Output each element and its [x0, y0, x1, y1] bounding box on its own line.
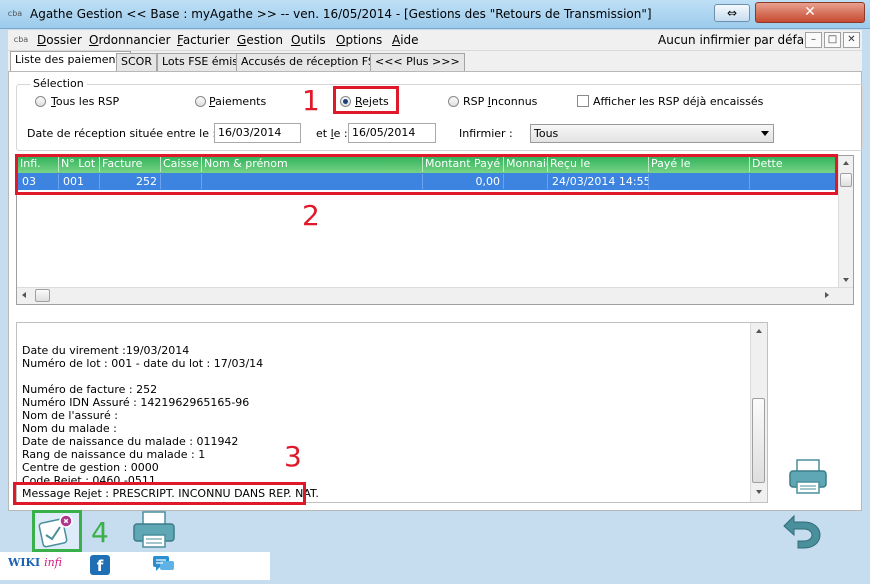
menu-gestion[interactable]: Gestion	[237, 33, 283, 47]
annotation-label-2: 2	[302, 199, 320, 232]
menu-aide[interactable]: Aide	[392, 33, 419, 47]
annotation-label-1: 1	[302, 84, 320, 117]
annotation-label-4: 4	[91, 516, 109, 549]
scroll-right-icon[interactable]	[825, 292, 829, 298]
annotation-label-3: 3	[284, 440, 302, 473]
grid-hscroll-thumb[interactable]	[35, 289, 50, 302]
mdi-close-button[interactable]: ✕	[843, 32, 860, 48]
annotation-box-1	[333, 86, 399, 114]
grid-horizontal-scrollbar[interactable]	[17, 287, 853, 304]
window-restore-button[interactable]: ⇔	[714, 4, 750, 22]
date-and-label: et le :	[316, 127, 348, 140]
menu-ordonnancier[interactable]: Ordonnancier	[89, 33, 171, 47]
msg-line: Nom du malade :	[22, 422, 117, 435]
tab-strip: Liste des paiements SCOR Lots FSE émis A…	[8, 51, 862, 72]
scroll-up-icon[interactable]	[756, 329, 762, 333]
nurse-filter-label: Infirmier :	[459, 127, 513, 140]
msg-line: Date de naissance du malade : 011942	[22, 435, 239, 448]
menu-bar: cba Dossier Ordonnancier Facturier Gesti…	[8, 30, 862, 51]
menu-dossier[interactable]: Dossier	[37, 33, 82, 47]
mdi-child-icon: cba	[13, 35, 29, 44]
radio-paiements[interactable]	[195, 96, 206, 107]
annotation-box-3	[13, 482, 306, 505]
msg-line: Numéro de facture : 252	[22, 383, 158, 396]
radio-rsp-inconnus-label[interactable]: RSP Inconnus	[463, 95, 537, 108]
show-paid-label[interactable]: Afficher les RSP déjà encaissés	[593, 95, 763, 108]
chat-icon[interactable]	[152, 555, 176, 575]
menu-facturier[interactable]: Facturier	[177, 33, 230, 47]
menu-options[interactable]: Options	[336, 33, 382, 47]
msg-line: Nom de l'assuré :	[22, 409, 118, 422]
msg-line: Numéro IDN Assuré : 1421962965165-96	[22, 396, 250, 409]
radio-tous-rsp-label[interactable]: Tous les RSP	[51, 95, 119, 108]
message-vscroll-thumb[interactable]	[752, 398, 765, 483]
annotation-box-4	[32, 510, 82, 552]
printer-icon	[133, 511, 175, 548]
chevron-down-icon	[761, 131, 769, 136]
undo-arrow-icon	[783, 514, 821, 549]
msg-line: Numéro de lot : 001 - date du lot : 17/0…	[22, 357, 264, 370]
msg-line: Rang de naissance du malade : 1	[22, 448, 206, 461]
tab-accuses-fse[interactable]: Accusés de réception FSE	[236, 53, 387, 71]
back-button[interactable]	[776, 512, 824, 550]
speech-bubble-icon	[153, 556, 174, 571]
window-close-button[interactable]: ✕	[755, 2, 865, 23]
msg-line: Code Rejet : 0460 -0511	[22, 474, 156, 482]
print-button[interactable]	[131, 510, 177, 550]
scroll-up-icon[interactable]	[843, 161, 849, 165]
scroll-down-icon[interactable]	[756, 490, 762, 494]
date-from-input[interactable]: 16/03/2014	[214, 123, 301, 143]
radio-tous-rsp[interactable]	[35, 96, 46, 107]
wiki-infi-logo[interactable]: WIKI infi	[8, 556, 62, 569]
default-nurse-label: Aucun infirmier par défaut	[658, 33, 817, 47]
date-to-input[interactable]: 16/05/2014	[348, 123, 436, 143]
window-title: Agathe Gestion << Base : myAgathe >> -- …	[30, 7, 652, 21]
tab-plus[interactable]: <<< Plus >>>	[370, 53, 465, 71]
mdi-minimize-button[interactable]: –	[805, 32, 822, 48]
scroll-left-icon[interactable]	[22, 292, 26, 298]
grid-vscroll-thumb[interactable]	[840, 173, 852, 187]
radio-paiements-label[interactable]: Paiements	[209, 95, 266, 108]
msg-line: Date du virement :19/03/2014	[22, 344, 190, 357]
nurse-select[interactable]: Tous	[530, 124, 774, 143]
print-message-button[interactable]	[787, 458, 829, 496]
radio-rsp-inconnus[interactable]	[448, 96, 459, 107]
tab-lots-fse[interactable]: Lots FSE émis	[157, 53, 244, 71]
tab-liste-paiements[interactable]: Liste des paiements	[10, 51, 131, 72]
show-paid-checkbox[interactable]	[577, 95, 589, 107]
annotation-box-2	[15, 154, 838, 195]
facebook-icon[interactable]: f	[90, 555, 110, 575]
menu-outils[interactable]: Outils	[291, 33, 326, 47]
date-range-label: Date de réception située entre le :	[27, 127, 217, 140]
printer-icon	[789, 459, 827, 494]
msg-line: Centre de gestion : 0000	[22, 461, 159, 474]
mdi-restore-button[interactable]: □	[824, 32, 841, 48]
selection-legend: Sélection	[30, 77, 87, 90]
tab-scor[interactable]: SCOR	[116, 53, 157, 71]
app-icon: cba	[7, 9, 23, 18]
scroll-down-icon[interactable]	[843, 278, 849, 282]
